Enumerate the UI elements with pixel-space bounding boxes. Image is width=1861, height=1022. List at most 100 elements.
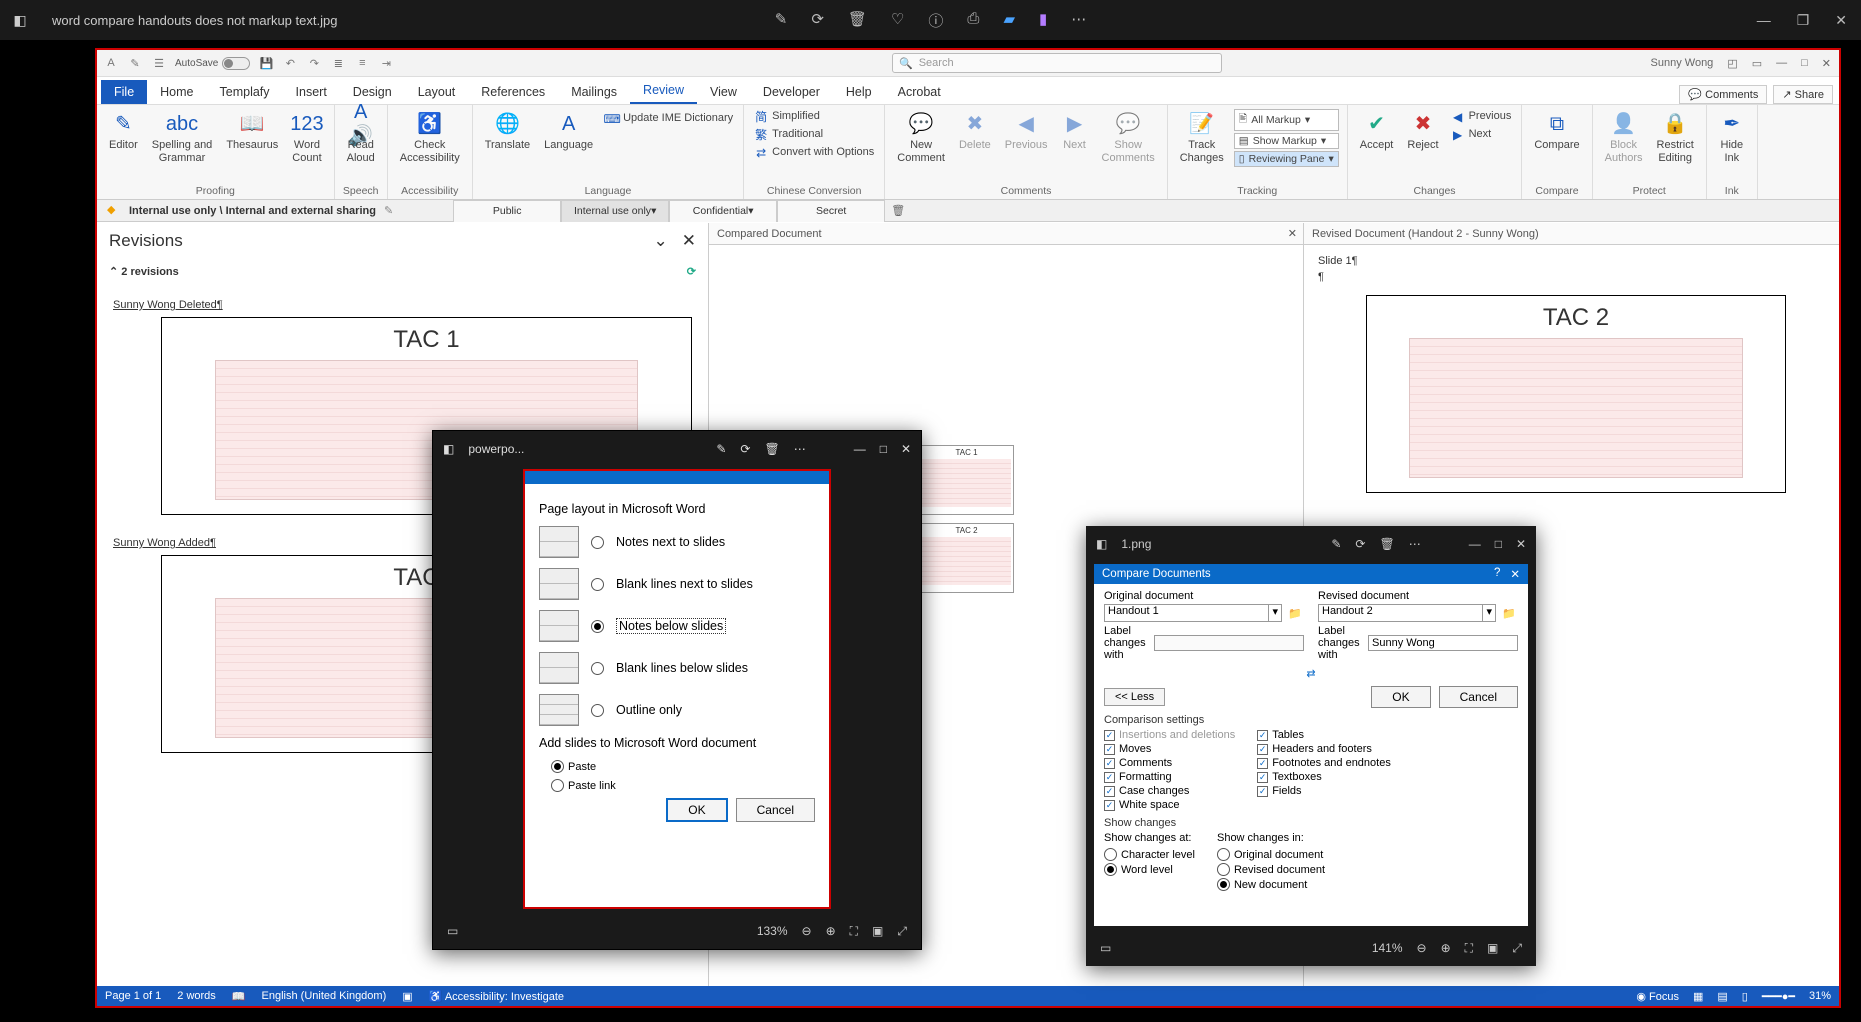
check-footnotes-and-endnotes[interactable]: Footnotes and endnotes [1257,757,1391,769]
block-authors-button[interactable]: 👤Block Authors [1601,109,1647,167]
editor-button[interactable]: ✎Editor [105,109,142,154]
revised-label-input[interactable] [1368,635,1518,651]
show-comments-button[interactable]: 💬Show Comments [1098,109,1159,167]
delete-comment-button[interactable]: ✖Delete [955,109,995,154]
info-icon[interactable]: ⓘ [928,10,943,31]
check-case-changes[interactable]: Case changes [1104,785,1235,797]
tab-layout[interactable]: Layout [405,80,469,104]
qat-undo-icon[interactable]: ↶ [282,55,298,71]
search-input[interactable]: 🔍 Search [892,53,1222,73]
cmp-zoom-in-icon[interactable]: ⊕ [1441,941,1451,955]
edit-icon[interactable]: ✎ [775,10,788,31]
accept-button[interactable]: ✔Accept [1356,109,1398,154]
qat-font-color-icon[interactable]: A [103,55,119,71]
cmp-more-icon[interactable]: ⋯ [1409,537,1421,551]
simplified-button[interactable]: 简Simplified [752,109,876,125]
tab-mailings[interactable]: Mailings [558,80,630,104]
next-change-button[interactable]: ▶Next [1449,127,1514,143]
radio-orig-doc[interactable]: Original document [1217,848,1325,861]
track-changes-button[interactable]: 📝Track Changes [1176,109,1228,167]
account-icon[interactable]: ◰ [1727,57,1737,70]
rotate-icon[interactable]: ⟳ [811,10,824,31]
pane-close-icon[interactable]: ✕ [682,231,696,250]
cmp-delete-icon[interactable]: 🗑 [1379,537,1394,551]
tab-review[interactable]: Review [630,78,697,104]
maximize-icon[interactable]: ❐ [1797,12,1810,29]
check-headers-and-footers[interactable]: Headers and footers [1257,743,1391,755]
pp-fullscreen-icon[interactable]: ⤢ [897,924,907,939]
win-minimize-icon[interactable]: — [1776,57,1787,69]
status-accessibility[interactable]: ♿ Accessibility: Investigate [429,990,564,1003]
minimize-icon[interactable]: — [1757,12,1771,29]
prev-comment-button[interactable]: ◀Previous [1001,109,1052,154]
reviewing-pane-dropdown[interactable]: ▯ Reviewing Pane ▾ [1234,151,1339,167]
status-macro-icon[interactable]: ▣ [402,990,412,1003]
refresh-icon[interactable]: ⟳ [687,265,696,278]
qat-touch-icon[interactable]: ☰ [151,55,167,71]
tab-help[interactable]: Help [833,80,885,104]
compared-doc-close-icon[interactable]: ✕ [1288,227,1297,240]
qat-redo-icon[interactable]: ↷ [306,55,322,71]
favorite-icon[interactable]: ♡ [891,10,904,31]
opt-notes-below[interactable]: Notes below slides [539,610,815,642]
cmp-actual-icon[interactable]: ▣ [1487,941,1498,955]
wordcount-button[interactable]: 123Word Count [288,109,325,167]
qat-highlight-icon[interactable]: ✎ [127,55,143,71]
tab-file[interactable]: File [101,80,147,104]
opt-outline-only[interactable]: Outline only [539,694,815,726]
radio-word-level[interactable]: Word level [1104,863,1195,876]
markup-display-dropdown[interactable]: 🖹 All Markup ▾ [1234,109,1339,131]
pp-more-icon[interactable]: ⋯ [794,442,806,456]
user-name[interactable]: Sunny Wong [1651,57,1714,69]
pp-close-icon[interactable]: ✕ [901,442,911,456]
status-language[interactable]: English (United Kingdom) [262,990,387,1002]
cmp-zoom-out-icon[interactable]: ⊖ [1417,941,1427,955]
cmp-minimize-icon[interactable]: — [1469,537,1481,551]
print-icon[interactable]: ⎙ [967,10,979,31]
close-icon[interactable]: ✕ [1835,12,1847,29]
pp-zoom-in-icon[interactable]: ⊕ [826,924,836,938]
ribbon-mode-icon[interactable]: ▭ [1752,57,1762,70]
autosave-toggle[interactable]: AutoSave [175,57,250,70]
read-aloud-button[interactable]: A🔊Read Aloud [343,109,379,167]
tab-view[interactable]: View [697,80,750,104]
next-comment-button[interactable]: ▶Next [1058,109,1092,154]
new-comment-button[interactable]: 💬New Comment [893,109,949,167]
thesaurus-button[interactable]: 📖Thesaurus [222,109,282,154]
pp-rotate-icon[interactable]: ⟳ [740,442,750,456]
more-icon[interactable]: ⋯ [1071,10,1086,31]
check-textboxes[interactable]: Textboxes [1257,771,1391,783]
qat-bullets-icon[interactable]: ≣ [330,55,346,71]
opt-blank-below[interactable]: Blank lines below slides [539,652,815,684]
pp-zoom-out-icon[interactable]: ⊖ [802,924,812,938]
radio-char-level[interactable]: Character level [1104,848,1195,861]
status-spellcheck-icon[interactable]: 📖 [232,990,246,1003]
view-read-icon[interactable]: ▦ [1693,990,1703,1003]
radio-revised-doc[interactable]: Revised document [1217,863,1325,876]
restrict-editing-button[interactable]: 🔒Restrict Editing [1653,109,1698,167]
qat-save-icon[interactable]: 💾 [258,55,274,71]
qat-indent-icon[interactable]: ⇥ [378,55,394,71]
share-button[interactable]: ↗ Share [1773,85,1833,104]
spelling-button[interactable]: abcSpelling and Grammar [148,109,217,167]
status-page[interactable]: Page 1 of 1 [105,990,161,1002]
tab-developer[interactable]: Developer [750,80,833,104]
view-print-icon[interactable]: ▤ [1717,990,1727,1003]
clip-icon[interactable]: ▮ [1039,10,1047,31]
cmp-fullscreen-icon[interactable]: ⤢ [1512,941,1522,956]
tab-templafy[interactable]: Templafy [207,80,283,104]
check-white-space[interactable]: White space [1104,799,1235,811]
ime-button[interactable]: ⌨Update IME Dictionary [603,111,735,127]
cmp-help-icon[interactable]: ? [1494,567,1500,581]
radio-new-doc[interactable]: New document [1217,878,1325,891]
focus-mode-button[interactable]: ◉ Focus [1636,990,1679,1003]
translate-button[interactable]: 🌐Translate [481,109,534,154]
pp-minimize-icon[interactable]: — [854,442,866,456]
show-markup-dropdown[interactable]: ▤ Show Markup ▾ [1234,133,1339,149]
radio-paste-link[interactable]: Paste link [551,779,815,792]
check-tables[interactable]: Tables [1257,729,1391,741]
reject-button[interactable]: ✖Reject [1403,109,1442,154]
qat-numbering-icon[interactable]: ≡ [354,55,370,71]
delete-icon[interactable]: 🗑 [848,10,867,31]
pp-delete-icon[interactable]: 🗑 [764,442,779,456]
